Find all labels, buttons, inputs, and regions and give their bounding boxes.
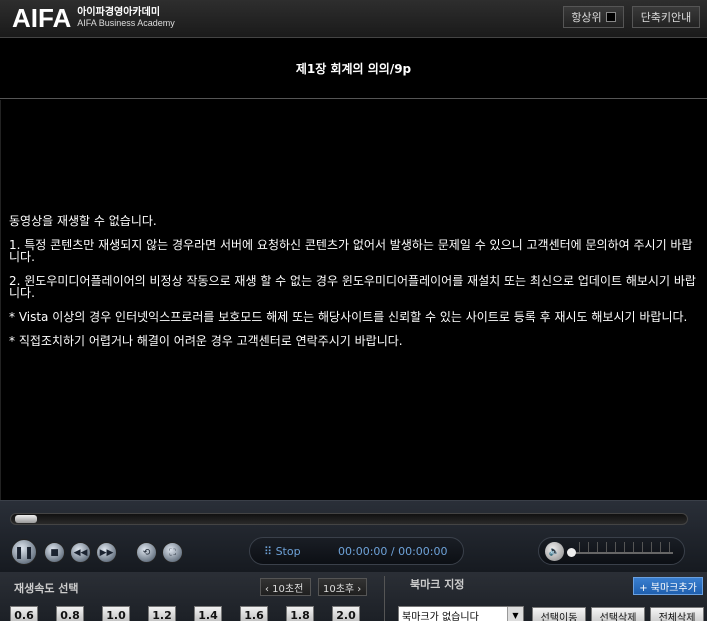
speed-option[interactable]: 0.6 [10,606,38,621]
bottom-panel: 재생속도 선택 ‹ 10초전 10초후 › 0.6 0.8 1.0 1.2 1.… [0,572,707,621]
chevron-down-icon: ▼ [507,607,523,621]
volume-control: 🔈 [538,537,685,565]
bookmark-select[interactable]: 북마크가 없습니다 ▼ [398,606,524,621]
volume-slider[interactable] [569,552,673,554]
error-message: 동영상을 재생할 수 없습니다. 1. 특정 콘텐츠만 재생되지 않는 경우라면… [9,215,699,359]
time-display: 00:00:00 / 00:00:00 [338,545,448,558]
stop-icon: ■ [50,547,59,558]
player-controls: ❚❚ ■ ◀◀ ▶▶ ⟲ ⛶ ⠿ Stop 00:00:00 / 00:00:0… [0,500,707,572]
speed-title: 재생속도 선택 [14,582,79,595]
rewind-icon: ◀◀ [73,547,88,558]
logo-english: AIFA Business Academy [77,18,175,28]
always-on-top-checkbox[interactable] [605,12,616,22]
speed-option[interactable]: 1.0 [102,606,130,621]
fullscreen-icon: ⛶ [169,547,176,558]
volume-thumb[interactable] [567,548,576,557]
fullscreen-button[interactable]: ⛶ [162,542,183,563]
panel-divider [384,576,385,621]
stop-button[interactable]: ■ [44,542,65,563]
speed-option[interactable]: 1.6 [240,606,268,621]
message-line: * Vista 이상의 경우 인터넷익스프로러를 보호모드 해제 또는 해당사이… [9,310,688,324]
rewind-button[interactable]: ◀◀ [70,542,91,563]
logo-mark: AIFA [12,3,72,33]
move-to-bookmark-button[interactable]: 선택이동 [532,607,586,621]
fast-forward-button[interactable]: ▶▶ [96,542,117,563]
delete-selected-bookmark-button[interactable]: 선택삭제 [591,607,645,621]
delete-all-bookmarks-button[interactable]: 전체삭제 [650,607,704,621]
lecture-title: 제1장 회계의 의의/9p [0,39,707,99]
bookmark-title: 북마크 지정 [410,578,465,591]
speed-options: 0.6 0.8 1.0 1.2 1.4 1.6 1.8 2.0 [10,606,378,621]
bookmark-select-value: 북마크가 없습니다 [402,611,479,621]
speed-option[interactable]: 0.8 [56,606,84,621]
shortcut-guide-button[interactable]: 단축키안내 [632,6,700,28]
speed-option[interactable]: 1.4 [194,606,222,621]
pause-button[interactable]: ❚❚ [11,539,37,565]
skip-back-10s-button[interactable]: ‹ 10초전 [260,578,311,596]
logo: AIFA 아이파경영아카데미 AIFA Business Academy [12,4,175,32]
message-line: * 직접조치하기 어렵거나 해결이 어려운 경우 고객센터로 연락주시기 바랍니… [9,334,403,348]
playback-state: ⠿ Stop [264,545,301,558]
logo-korean: 아이파경영아카데미 [77,7,161,18]
status-display: ⠿ Stop 00:00:00 / 00:00:00 [249,537,464,565]
add-bookmark-button[interactable]: + 북마크추가 [633,577,703,595]
skip-forward-10s-button[interactable]: 10초후 › [318,578,367,596]
always-on-top-toggle[interactable]: 항상위 [563,6,624,28]
seek-bar[interactable] [10,513,688,525]
message-line: 1. 특정 콘텐츠만 재생되지 않는 경우라면 서버에 요청하신 콘텐츠가 없어… [9,238,693,264]
message-line: 동영상을 재생할 수 없습니다. [9,214,157,228]
repeat-icon: ⟲ [142,547,151,558]
message-line: 2. 윈도우미디어플레이어의 비정상 작동으로 재생 할 수 없는 경우 윈도우… [9,274,696,300]
repeat-button[interactable]: ⟲ [136,542,157,563]
volume-ticks [579,542,673,552]
speed-option[interactable]: 1.2 [148,606,176,621]
video-area[interactable]: 동영상을 재생할 수 없습니다. 1. 특정 콘텐츠만 재생되지 않는 경우라면… [0,100,707,500]
header: AIFA 아이파경영아카데미 AIFA Business Academy 항상위… [0,0,707,38]
speed-option[interactable]: 1.8 [286,606,314,621]
seek-thumb[interactable] [15,515,37,523]
fast-forward-icon: ▶▶ [99,547,114,558]
pause-icon: ❚❚ [13,545,35,559]
speed-option[interactable]: 2.0 [332,606,360,621]
speaker-icon[interactable]: 🔈 [545,542,564,561]
always-on-top-label: 항상위 [571,11,602,24]
logo-subtitle: 아이파경영아카데미 AIFA Business Academy [77,7,175,29]
